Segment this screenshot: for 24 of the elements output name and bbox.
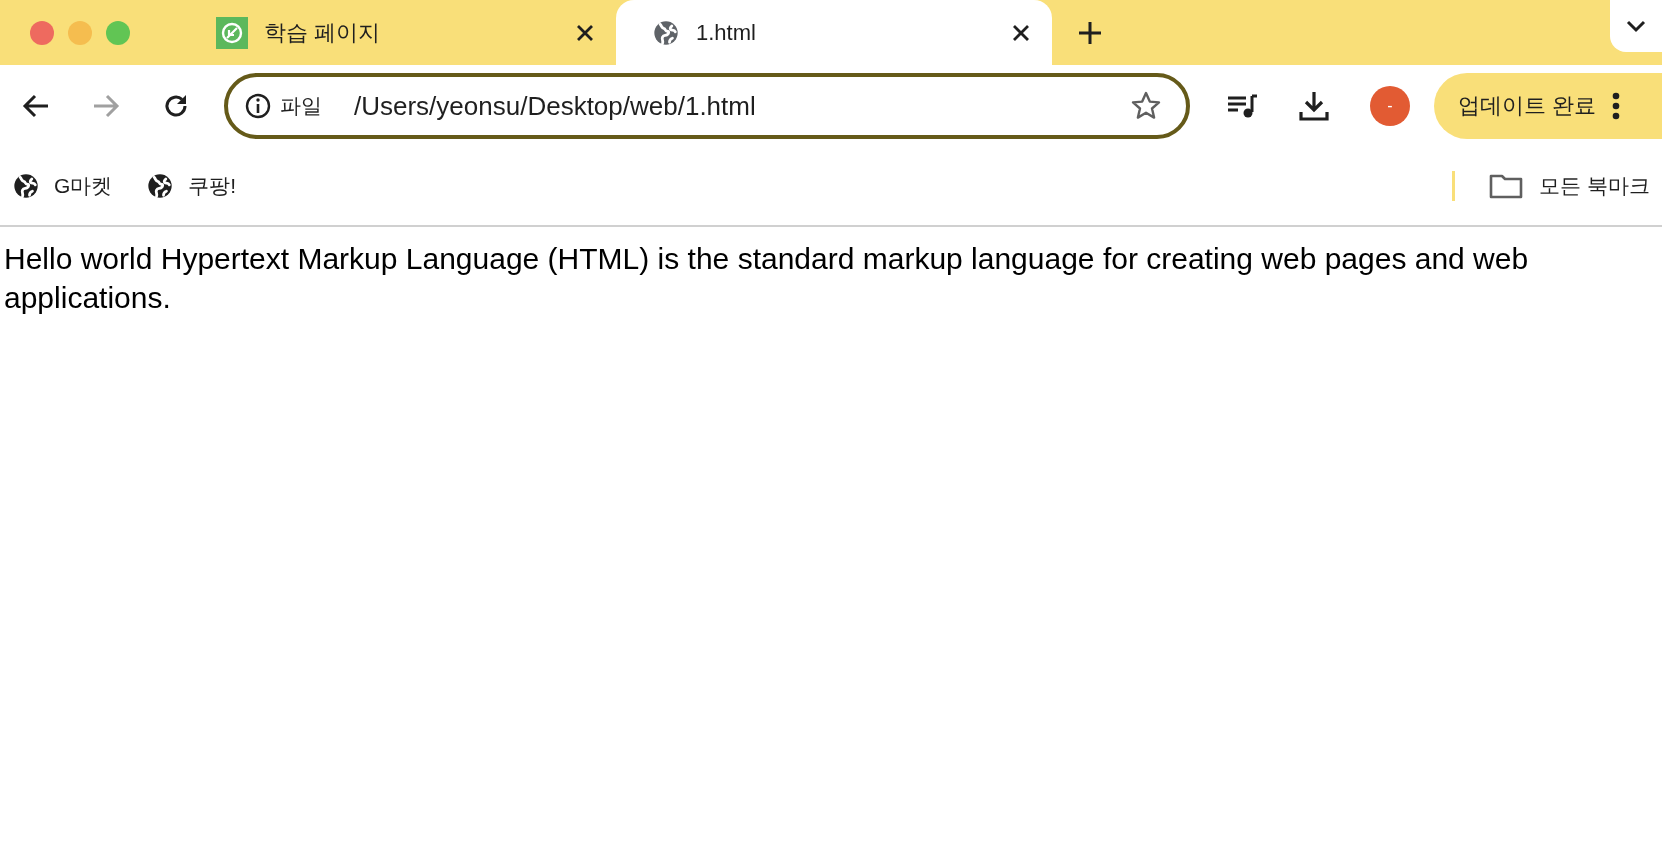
update-button[interactable]: 업데이트 완료 [1434, 73, 1662, 139]
scheme-label: 파일 [280, 93, 322, 119]
globe-icon [146, 172, 175, 200]
chevron-down-icon [1625, 19, 1647, 33]
download-icon[interactable] [1298, 90, 1330, 122]
forward-arrow-icon [92, 93, 120, 119]
profile-avatar[interactable]: - [1370, 86, 1410, 126]
back-arrow-icon [22, 93, 50, 119]
globe-icon [652, 18, 680, 47]
globe-icon [12, 172, 40, 200]
page-paragraph: Hello world Hypertext Markup Language (HTML) is the standard markup language for creating web pages and web applications. [3, 241, 1530, 316]
browser-tab[interactable]: 1.html [616, 0, 1052, 65]
tab-search-button[interactable] [1610, 0, 1662, 52]
all-bookmarks-button[interactable]: 모든 북마크 [1489, 172, 1650, 200]
browser-tab[interactable]: 학습 페이지 [180, 0, 616, 65]
address-bar[interactable]: 파일 /Users/yeonsu/Desktop/web/1.html [224, 73, 1190, 139]
bookmark-item[interactable]: G마켓 [12, 172, 113, 200]
url-text: /Users/yeonsu/Desktop/web/1.html [354, 90, 757, 122]
bookmark-item[interactable]: 쿠팡! [146, 172, 237, 200]
playlist-music-icon[interactable] [1226, 92, 1258, 120]
star-icon[interactable] [1130, 90, 1162, 122]
folder-icon [1489, 173, 1524, 199]
more-vertical-icon [1612, 92, 1621, 120]
info-icon[interactable] [244, 92, 272, 120]
